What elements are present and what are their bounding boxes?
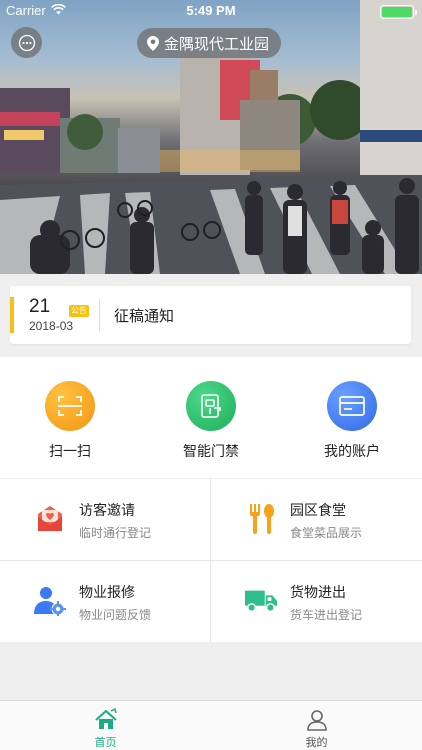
account-button[interactable]: 我的账户 (282, 357, 422, 478)
hero-banner: Carrier 5:49 PM 金隅现代工业园 (0, 0, 422, 274)
home-icon (95, 708, 117, 729)
more-menu-button[interactable] (11, 27, 42, 58)
canteen-item[interactable]: 园区食堂 食堂菜品展示 (211, 479, 421, 560)
scan-button[interactable]: 扫一扫 (0, 357, 140, 478)
card-icon (327, 381, 377, 431)
tab-home[interactable]: 首页 (0, 701, 211, 750)
goods-title: 货物进出 (290, 585, 346, 601)
repair-title: 物业报修 (79, 585, 135, 601)
service-grid: 访客邀请 临时通行登记 园区食堂 食堂菜品展示 物业报修 物业问题反馈 货物进出… (0, 479, 422, 642)
location-selector[interactable]: 金隅现代工业园 (137, 28, 282, 58)
notice-accent-bar (10, 297, 14, 333)
canteen-subtitle: 食堂菜品展示 (290, 526, 363, 540)
notice-badge: 公告 (69, 305, 89, 317)
invitation-icon (34, 503, 66, 535)
location-name: 金隅现代工业园 (164, 34, 270, 53)
tab-profile[interactable]: 我的 (211, 701, 422, 750)
tab-profile-label: 我的 (305, 736, 328, 749)
scan-label: 扫一扫 (49, 444, 91, 460)
repair-user-icon (34, 585, 66, 617)
notice-title: 征稿通知 (114, 307, 175, 325)
visitor-invite-subtitle: 临时通行登记 (79, 526, 152, 540)
notice-card[interactable]: 21 公告 2018-03 征稿通知 (10, 286, 411, 344)
notice-divider (99, 299, 100, 331)
canteen-title: 园区食堂 (290, 503, 346, 519)
visitor-invite-title: 访客邀请 (79, 503, 135, 519)
visitor-invite-item[interactable]: 访客邀请 临时通行登记 (0, 479, 210, 560)
battery-icon (380, 5, 417, 19)
repair-item[interactable]: 物业报修 物业问题反馈 (0, 561, 210, 642)
quick-actions: 扫一扫 智能门禁 我的账户 (0, 357, 422, 478)
goods-subtitle: 货车进出登记 (290, 608, 363, 622)
tab-bar: 首页 我的 (0, 700, 422, 750)
clock-label: 5:49 PM (186, 3, 236, 18)
account-label: 我的账户 (324, 444, 380, 460)
notice-month: 2018-03 (29, 319, 74, 333)
truck-icon (245, 585, 277, 617)
door-access-label: 智能门禁 (183, 444, 239, 460)
location-pin-icon (147, 35, 159, 51)
profile-icon (307, 710, 327, 731)
more-icon (18, 34, 35, 51)
notice-day: 21 (29, 296, 51, 317)
cutlery-icon (245, 503, 277, 535)
door-access-button[interactable]: 智能门禁 (141, 357, 281, 478)
tab-home-label: 首页 (94, 736, 117, 749)
door-access-icon (186, 381, 236, 431)
repair-subtitle: 物业问题反馈 (79, 608, 152, 622)
goods-item[interactable]: 货物进出 货车进出登记 (211, 561, 421, 642)
scan-icon (45, 381, 95, 431)
status-bar: Carrier 5:49 PM (0, 0, 422, 22)
